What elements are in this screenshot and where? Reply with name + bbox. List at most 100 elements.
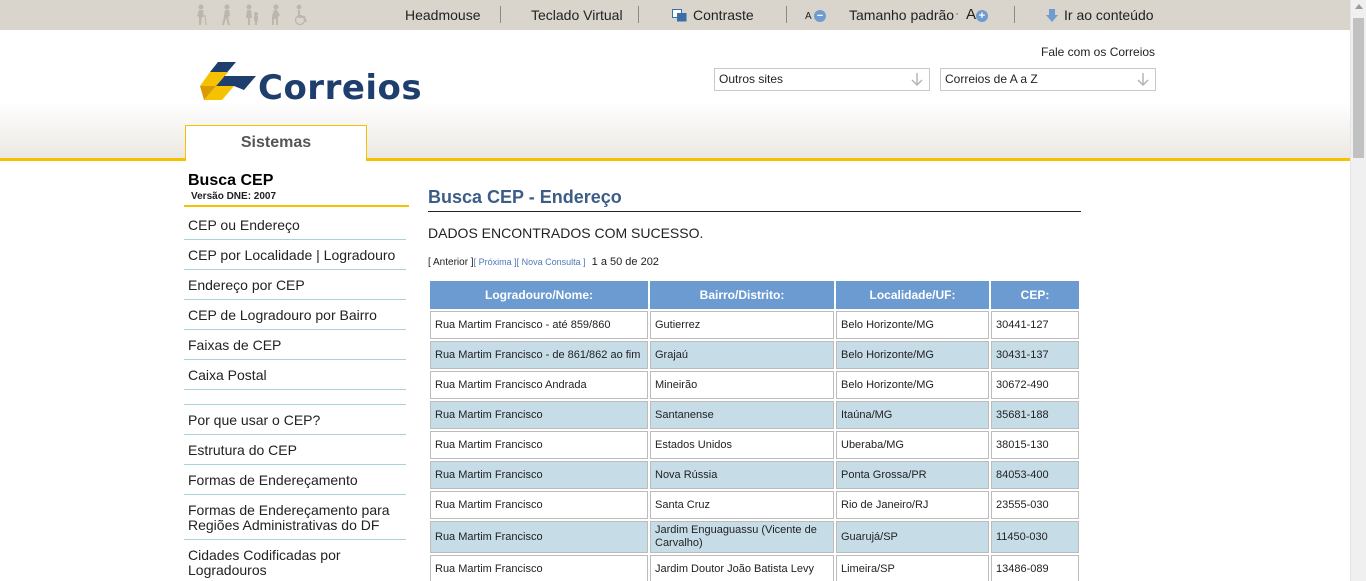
cell-cep: 30441-127 — [991, 311, 1079, 339]
sidebar-item-formas-df[interactable]: Formas de Endereçamento para Regiões Adm… — [184, 495, 406, 540]
cell-cep: 23555-030 — [991, 491, 1079, 519]
arrow-down-icon — [911, 73, 923, 89]
cell-localidade: Belo Horizonte/MG — [836, 371, 989, 399]
table-row: Rua Martim Francisco Santa Cruz Rio de J… — [430, 491, 1079, 519]
cell-bairro: Gutierrez — [650, 311, 834, 339]
vertical-scrollbar[interactable] — [1350, 0, 1366, 581]
sidebar-item-cep-logradouro-bairro[interactable]: CEP de Logradouro por Bairro — [184, 300, 406, 330]
headmouse-link[interactable]: Headmouse — [405, 7, 481, 23]
accessibility-icons — [193, 4, 310, 26]
correios-logo-icon — [200, 62, 256, 100]
pregnant-person-icon — [268, 4, 285, 26]
sidebar-version: Versão DNE: 2007 — [191, 191, 277, 202]
plus-circle-icon: + — [976, 10, 989, 22]
cell-localidade: Rio de Janeiro/RJ — [836, 491, 989, 519]
contraste-label: Contraste — [693, 7, 754, 23]
column-header-logradouro: Logradouro/Nome: — [430, 281, 648, 309]
teclado-virtual-link[interactable]: Teclado Virtual — [531, 7, 623, 23]
sidebar-item-endereco-por-cep[interactable]: Endereço por CEP — [184, 270, 406, 300]
cell-logradouro: Rua Martim Francisco — [430, 491, 648, 519]
outros-sites-label: Outros sites — [719, 72, 784, 86]
cell-localidade: Ponta Grossa/PR — [836, 461, 989, 489]
divider — [500, 6, 501, 23]
cell-localidade: Itaúna/MG — [836, 401, 989, 429]
column-header-localidade: Localidade/UF: — [836, 281, 989, 309]
cell-bairro: Mineirão — [650, 371, 834, 399]
divider — [1014, 6, 1015, 23]
sidebar-item-cidades-codificadas[interactable]: Cidades Codificadas por Logradouros — [184, 540, 406, 581]
ir-ao-conteudo-label: Ir ao conteúdo — [1064, 7, 1154, 23]
cell-cep: 11450-030 — [991, 521, 1079, 553]
table-row: Rua Martim Francisco Jardim Enguaguassu … — [430, 521, 1079, 553]
sidebar-item-cep-ou-endereco[interactable]: CEP ou Endereço — [184, 210, 406, 240]
anterior-link[interactable]: [ Anterior ] — [428, 257, 474, 268]
scrollbar-thumb[interactable] — [1353, 18, 1364, 158]
cell-bairro: Grajaú — [650, 341, 834, 369]
outros-sites-select[interactable]: Outros sites — [714, 68, 930, 91]
table-row: Rua Martim Francisco Jardim Doutor João … — [430, 555, 1079, 581]
table-row: Rua Martim Francisco - até 859/860 Gutie… — [430, 311, 1079, 339]
correios-az-select[interactable]: Correios de A a Z — [940, 68, 1156, 91]
cell-logradouro: Rua Martim Francisco — [430, 521, 648, 553]
sidebar-item-formas-de-enderecamento[interactable]: Formas de Endereçamento — [184, 465, 406, 495]
sidebar-item-por-que-usar[interactable]: Por que usar o CEP? — [184, 405, 406, 435]
cell-localidade: Guarujá/SP — [836, 521, 989, 553]
walking-person-icon — [218, 4, 235, 26]
font-decrease-link[interactable]: A − — [805, 10, 826, 22]
cell-logradouro: Rua Martim Francisco — [430, 431, 648, 459]
cell-logradouro: Rua Martim Francisco — [430, 461, 648, 489]
cell-localidade: Limeira/SP — [836, 555, 989, 581]
accessibility-bar: Headmouse Teclado Virtual Contraste A − … — [0, 0, 1350, 30]
font-increase-link[interactable]: A + — [966, 6, 989, 23]
sidebar-item-caixa-postal[interactable]: Caixa Postal — [184, 360, 406, 390]
sidebar-item-estrutura-do-cep[interactable]: Estrutura do CEP — [184, 435, 406, 465]
cell-cep: 30431-137 — [991, 341, 1079, 369]
cell-cep: 38015-130 — [991, 431, 1079, 459]
adult-with-child-icon — [243, 4, 260, 26]
cell-bairro: Santanense — [650, 401, 834, 429]
arrow-down-icon — [1046, 9, 1058, 25]
font-default-link[interactable]: Tamanho padrão — [849, 7, 954, 23]
tab-sistemas[interactable]: Sistemas — [185, 125, 367, 161]
table-row: Rua Martim Francisco Estados Unidos Uber… — [430, 431, 1079, 459]
fale-com-correios-link[interactable]: Fale com os Correios — [1041, 45, 1155, 59]
title-divider — [428, 211, 1081, 212]
cell-cep: 30672-490 — [991, 371, 1079, 399]
cell-logradouro: Rua Martim Francisco - de 861/862 ao fim — [430, 341, 648, 369]
divider — [638, 6, 639, 23]
proxima-link[interactable]: [ Próxima ] — [474, 257, 517, 267]
cell-logradouro: Rua Martim Francisco — [430, 555, 648, 581]
contraste-link[interactable]: Contraste — [672, 7, 754, 23]
cell-bairro: Estados Unidos — [650, 431, 834, 459]
correios-logo[interactable]: Correios — [198, 58, 422, 108]
cell-logradouro: Rua Martim Francisco Andrada — [430, 371, 648, 399]
cell-bairro: Jardim Enguaguassu (Vicente de Carvalho) — [650, 521, 834, 553]
logo-text: Correios — [258, 68, 423, 108]
cell-logradouro: Rua Martim Francisco - até 859/860 — [430, 311, 648, 339]
divider — [786, 6, 787, 23]
minus-circle-icon: − — [813, 10, 826, 22]
sidebar-menu: CEP ou Endereço CEP por Localidade | Log… — [184, 210, 406, 581]
table-header-row: Logradouro/Nome: Bairro/Distrito: Locali… — [430, 281, 1079, 309]
sidebar-item-faixas-de-cep[interactable]: Faixas de CEP — [184, 330, 406, 360]
elderly-person-icon — [193, 4, 210, 26]
cell-logradouro: Rua Martim Francisco — [430, 401, 648, 429]
cell-cep: 13486-089 — [991, 555, 1079, 581]
ir-ao-conteudo-link[interactable]: Ir ao conteúdo — [1046, 7, 1154, 25]
cell-localidade: Belo Horizonte/MG — [836, 311, 989, 339]
nova-consulta-link[interactable]: [ Nova Consulta ] — [517, 257, 586, 267]
sidebar-spacer — [184, 390, 406, 405]
status-message: DADOS ENCONTRADOS COM SUCESSO. — [428, 225, 704, 241]
column-header-cep: CEP: — [991, 281, 1079, 309]
sidebar-item-cep-por-localidade[interactable]: CEP por Localidade | Logradouro — [184, 240, 406, 270]
table-row: Rua Martim Francisco Santanense Itaúna/M… — [430, 401, 1079, 429]
scroll-up-arrow-icon[interactable] — [1355, 4, 1363, 9]
sidebar-divider — [184, 205, 409, 207]
cell-cep: 84053-400 — [991, 461, 1079, 489]
result-count: 1 a 50 de 202 — [591, 256, 659, 268]
contrast-icon — [672, 9, 687, 22]
cell-bairro: Santa Cruz — [650, 491, 834, 519]
wheelchair-icon — [293, 4, 310, 26]
sidebar-title: Busca CEP — [188, 172, 274, 189]
font-large-label: A — [966, 6, 977, 23]
